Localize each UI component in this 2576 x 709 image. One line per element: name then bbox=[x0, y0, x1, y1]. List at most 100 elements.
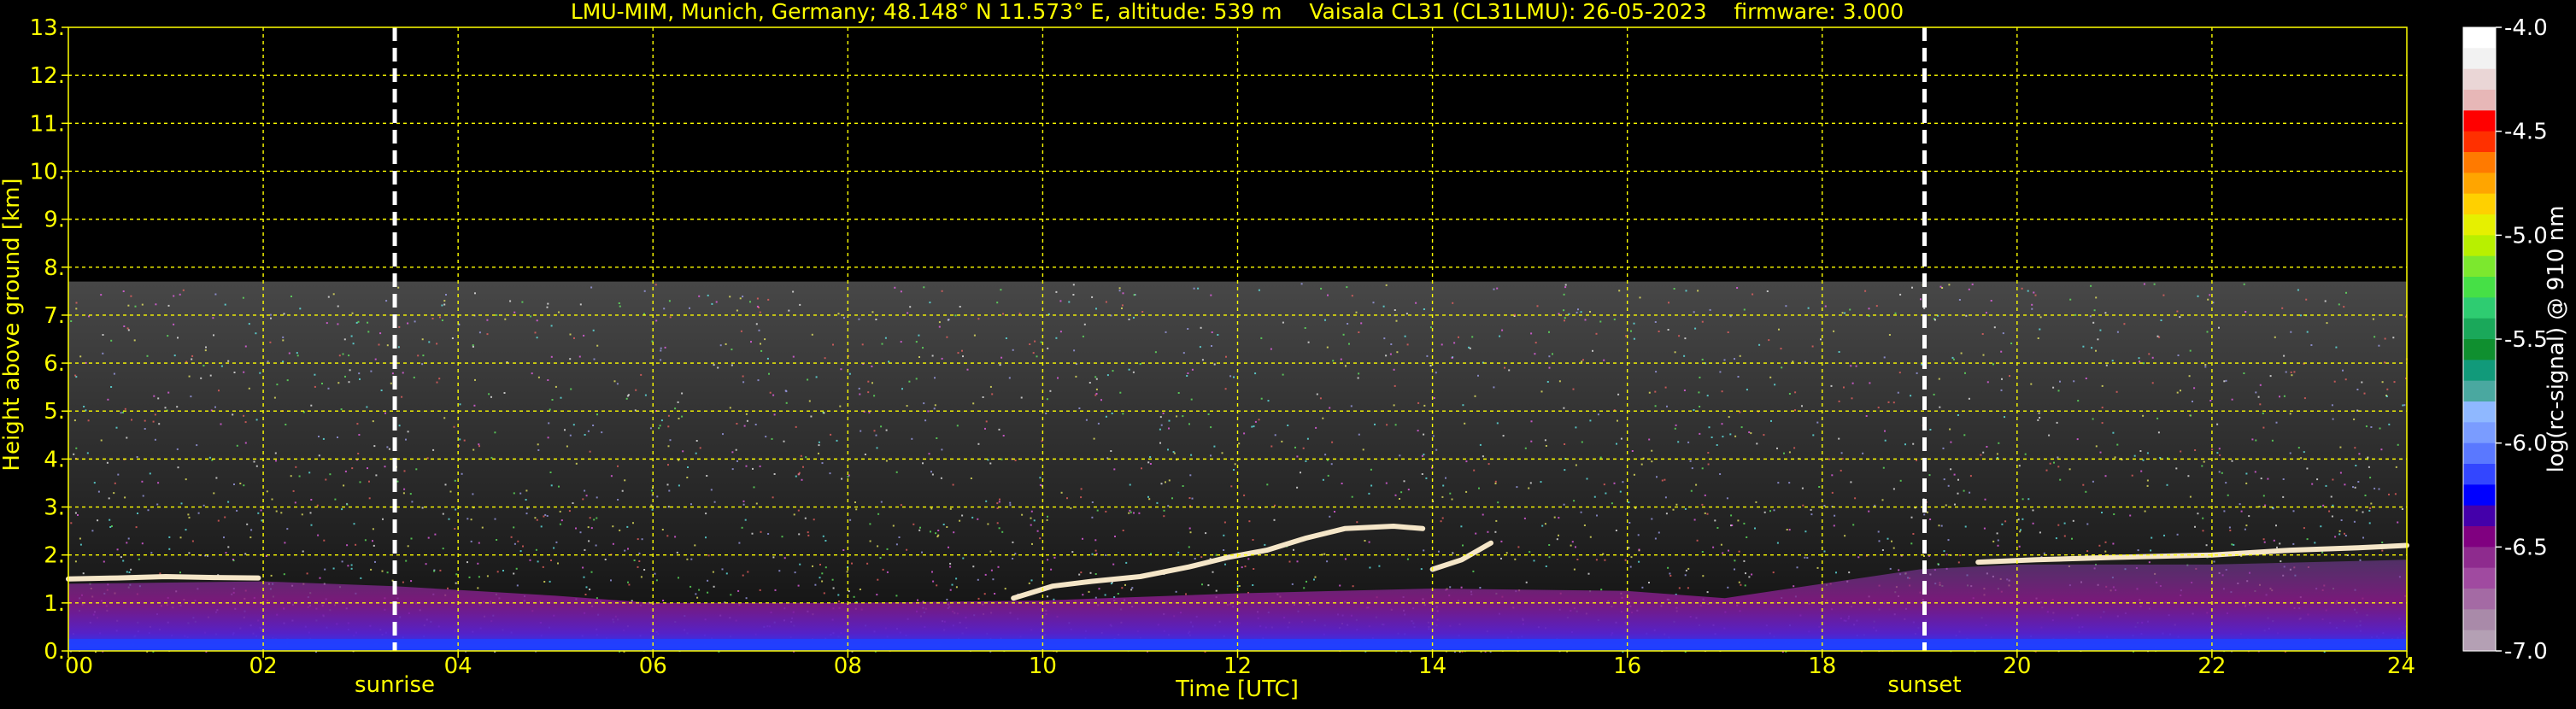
noise-point bbox=[765, 436, 767, 438]
noise-point bbox=[1111, 413, 1113, 414]
noise-point bbox=[756, 305, 759, 308]
noise-point bbox=[1252, 539, 1254, 541]
noise-point bbox=[409, 493, 412, 495]
noise-point bbox=[998, 501, 1000, 503]
noise-point bbox=[302, 550, 304, 553]
noise-point bbox=[1393, 368, 1395, 371]
noise-point bbox=[957, 352, 959, 354]
noise-point bbox=[134, 305, 137, 308]
noise-point bbox=[397, 346, 400, 349]
noise-point bbox=[2293, 371, 2296, 373]
noise-point bbox=[1678, 587, 1681, 589]
noise-point bbox=[2112, 542, 2115, 545]
noise-point bbox=[1807, 307, 1810, 309]
noise-point bbox=[1570, 544, 1572, 547]
noise-point bbox=[2116, 331, 2119, 333]
noise-point bbox=[155, 303, 157, 306]
noise-point bbox=[996, 522, 999, 524]
noise-point bbox=[996, 502, 999, 505]
noise-point bbox=[783, 440, 785, 442]
noise-point bbox=[1763, 434, 1765, 437]
noise-point bbox=[1564, 319, 1565, 322]
noise-point bbox=[918, 356, 920, 358]
noise-point bbox=[984, 573, 987, 576]
noise-point bbox=[579, 303, 582, 306]
noise-point bbox=[2209, 400, 2212, 401]
colorbar-segment bbox=[2463, 360, 2496, 382]
noise-point bbox=[1114, 536, 1116, 537]
noise-point bbox=[1194, 558, 1196, 560]
noise-point bbox=[1368, 492, 1370, 495]
noise-point bbox=[871, 311, 874, 313]
noise-point bbox=[861, 343, 864, 346]
noise-point bbox=[1417, 401, 1420, 404]
noise-point bbox=[936, 584, 938, 587]
noise-point bbox=[949, 562, 952, 565]
noise-point bbox=[2092, 418, 2094, 420]
noise-point bbox=[1288, 560, 1291, 563]
noise-point bbox=[2201, 465, 2203, 467]
noise-point bbox=[433, 570, 436, 572]
noise-point bbox=[2352, 486, 2354, 489]
noise-point bbox=[122, 290, 125, 292]
colorbar-tick-label: -5.0 bbox=[2504, 223, 2548, 249]
noise-point bbox=[1600, 589, 1603, 591]
noise-point bbox=[550, 484, 553, 487]
noise-point bbox=[1891, 540, 1892, 542]
noise-point bbox=[2057, 390, 2060, 392]
noise-point bbox=[1045, 413, 1047, 414]
noise-point bbox=[1963, 434, 1966, 437]
noise-point bbox=[853, 595, 855, 598]
noise-point bbox=[1804, 530, 1807, 533]
noise-point bbox=[1021, 513, 1024, 516]
noise-point bbox=[873, 430, 876, 432]
noise-point bbox=[1721, 390, 1723, 393]
noise-point bbox=[1316, 393, 1318, 396]
noise-point bbox=[1368, 541, 1370, 543]
noise-point bbox=[892, 524, 895, 527]
noise-point bbox=[1812, 434, 1815, 437]
noise-point bbox=[525, 489, 528, 492]
noise-point bbox=[1165, 331, 1167, 333]
x-tick-label: 06 bbox=[639, 653, 667, 679]
noise-point bbox=[1374, 423, 1376, 425]
noise-point bbox=[396, 480, 399, 483]
noise-point bbox=[324, 568, 326, 571]
noise-point bbox=[550, 355, 553, 358]
noise-point bbox=[2269, 375, 2272, 378]
noise-point bbox=[180, 502, 183, 505]
noise-point bbox=[515, 567, 518, 570]
noise-point bbox=[867, 391, 870, 394]
colorbar-segment bbox=[2463, 526, 2496, 548]
noise-point bbox=[2333, 380, 2336, 383]
noise-point bbox=[934, 377, 936, 379]
noise-point bbox=[1327, 294, 1329, 296]
noise-point bbox=[1743, 308, 1746, 311]
noise-point bbox=[860, 430, 862, 432]
noise-point bbox=[1229, 375, 1232, 378]
noise-point bbox=[1112, 563, 1115, 565]
x-tick-label: 04 bbox=[444, 653, 472, 679]
colorbar-segment bbox=[2463, 27, 2496, 49]
noise-point bbox=[2099, 451, 2102, 454]
noise-point bbox=[2332, 478, 2334, 481]
noise-point bbox=[288, 352, 290, 354]
noise-point bbox=[1744, 584, 1746, 587]
noise-point bbox=[2365, 425, 2368, 428]
noise-point bbox=[1281, 440, 1283, 442]
noise-point bbox=[2204, 364, 2207, 366]
noise-point bbox=[1423, 549, 1425, 552]
noise-point bbox=[1699, 376, 1701, 378]
noise-point bbox=[227, 546, 230, 548]
noise-point bbox=[1247, 558, 1250, 560]
noise-point bbox=[384, 412, 386, 414]
noise-point bbox=[1085, 419, 1088, 421]
noise-point bbox=[1215, 589, 1218, 592]
noise-point bbox=[284, 542, 286, 544]
noise-point bbox=[1655, 371, 1658, 373]
noise-point bbox=[153, 395, 155, 397]
noise-point bbox=[509, 300, 512, 302]
noise-point bbox=[1772, 571, 1775, 574]
noise-point bbox=[106, 461, 109, 464]
noise-point bbox=[641, 538, 643, 541]
